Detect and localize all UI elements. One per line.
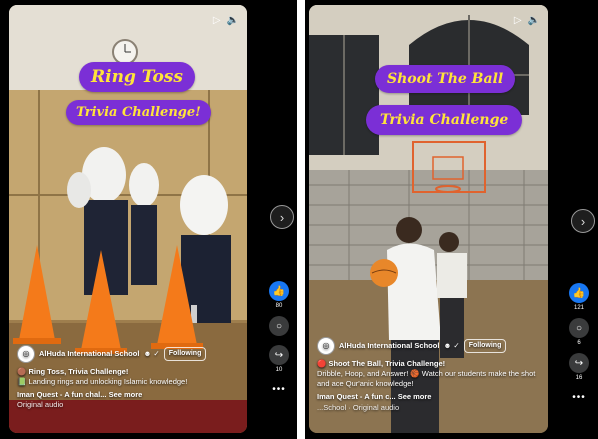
share-icon: ↪ bbox=[274, 349, 284, 361]
caption-title: Ring Toss, Trivia Challenge! bbox=[28, 367, 129, 376]
share-button[interactable]: ↪ bbox=[269, 345, 289, 365]
reel-info: ◎ AlHuda International School ☻ ✓ Follow… bbox=[317, 337, 542, 413]
channel-avatar[interactable]: ◎ bbox=[17, 345, 35, 363]
reel-title-line-1: Shoot The Ball bbox=[375, 65, 516, 93]
verified-badge: ☻ ✓ bbox=[443, 340, 460, 350]
like-button[interactable]: 👍 bbox=[269, 281, 289, 301]
channel-name[interactable]: AlHuda International School bbox=[339, 341, 439, 351]
share-icon: ↪ bbox=[574, 357, 584, 369]
comment-button[interactable]: ○ bbox=[569, 318, 589, 338]
caption-text: Landing rings and unlocking Islamic know… bbox=[28, 377, 188, 387]
see-more-link[interactable]: See more bbox=[109, 390, 143, 399]
reel-video-1[interactable]: Ring Toss Trivia Challenge! ▷ 🔈 ◎ AlHuda… bbox=[9, 5, 247, 433]
thumbs-up-icon: 👍 bbox=[572, 287, 586, 299]
play-icon[interactable]: ▷ bbox=[514, 15, 522, 26]
thumbs-up-icon: 👍 bbox=[272, 285, 286, 297]
caption-emoji-icon: 🟤 bbox=[17, 367, 27, 376]
verified-badge: ☻ ✓ bbox=[143, 348, 160, 358]
next-reel-button[interactable]: › bbox=[270, 205, 294, 229]
share-count: 16 bbox=[575, 375, 583, 381]
like-count: 80 bbox=[275, 303, 283, 309]
reel-actions: 👍 80 ○ ↪ 10 ••• bbox=[268, 281, 290, 395]
next-reel-button[interactable]: › bbox=[571, 209, 595, 233]
reel-info: ◎ AlHuda International School ☻ ✓ Follow… bbox=[17, 345, 241, 411]
comment-icon: ○ bbox=[275, 320, 283, 332]
play-icon[interactable]: ▷ bbox=[213, 15, 221, 26]
following-button[interactable]: Following bbox=[163, 347, 207, 361]
caption-title: Shoot The Ball, Trivia Challenge! bbox=[328, 359, 446, 368]
chevron-right-icon: › bbox=[580, 213, 586, 229]
reel-actions: 👍 121 ○ 6 ↪ 16 ••• bbox=[568, 283, 590, 403]
mute-icon[interactable]: 🔈 bbox=[227, 15, 239, 26]
audio-label[interactable]: Original audio bbox=[17, 400, 241, 410]
reel-video-2[interactable]: Shoot The Ball Trivia Challenge ▷ 🔈 ◎ Al… bbox=[309, 5, 548, 433]
caption-text: Dribble, Hoop, and Answer! 🏀 Watch our s… bbox=[317, 369, 536, 389]
share-button[interactable]: ↪ bbox=[569, 353, 589, 373]
reel-title-line-1: Ring Toss bbox=[79, 62, 195, 92]
reel-panel-1: Ring Toss Trivia Challenge! ▷ 🔈 ◎ AlHuda… bbox=[0, 0, 297, 439]
caption-more-text: Iman Quest - A fun chal... bbox=[17, 390, 107, 400]
comment-button[interactable]: ○ bbox=[269, 316, 289, 336]
caption-emoji-icon: 🔴 bbox=[317, 359, 327, 368]
more-options-icon[interactable]: ••• bbox=[572, 392, 586, 403]
chevron-right-icon: › bbox=[279, 209, 285, 225]
following-button[interactable]: Following bbox=[463, 339, 507, 353]
channel-avatar[interactable]: ◎ bbox=[317, 337, 335, 355]
reel-title-line-2: Trivia Challenge! bbox=[66, 100, 211, 125]
like-button[interactable]: 👍 bbox=[569, 283, 589, 303]
mute-icon[interactable]: 🔈 bbox=[528, 15, 540, 26]
reel-title-line-2: Trivia Challenge bbox=[366, 105, 523, 135]
caption-more-text[interactable]: Iman Quest - A fun c... See more bbox=[317, 392, 431, 401]
audio-label[interactable]: ...School · Original audio bbox=[317, 403, 542, 413]
share-count: 10 bbox=[275, 367, 283, 373]
comment-icon: ○ bbox=[575, 322, 583, 334]
comment-count: 6 bbox=[577, 340, 581, 346]
more-options-icon[interactable]: ••• bbox=[272, 384, 286, 395]
reel-panel-2: Shoot The Ball Trivia Challenge ▷ 🔈 ◎ Al… bbox=[305, 0, 598, 439]
channel-name[interactable]: AlHuda International School bbox=[39, 349, 139, 359]
book-icon: 📗 bbox=[17, 377, 27, 387]
like-count: 121 bbox=[573, 305, 584, 311]
